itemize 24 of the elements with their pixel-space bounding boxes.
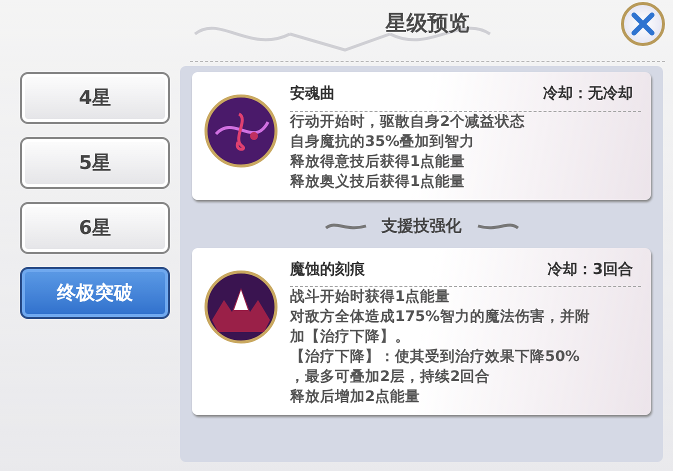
window-title: 星级预览 bbox=[386, 10, 470, 37]
cooldown-label: 冷却：无冷却 bbox=[543, 83, 633, 104]
skill-description-line: 释放后增加2点能量 bbox=[290, 388, 422, 407]
skill-description-line: 对敌方全体造成175%智力的魔法伤害，并附 bbox=[290, 307, 591, 327]
cooldown-label: 冷却：3回合 bbox=[548, 258, 633, 280]
close-icon bbox=[630, 11, 656, 37]
star-tab[interactable]: 4星 bbox=[20, 72, 170, 124]
close-button[interactable] bbox=[621, 2, 665, 46]
skill-description-line: 行动开始时，驱散自身2个减益状态 bbox=[290, 112, 526, 132]
skill-name: 魔蚀的刻痕 bbox=[290, 258, 365, 280]
skill-description-line: 释放奥义技后获得1点能量 bbox=[290, 172, 466, 192]
skill-description-line: 战斗开始时获得1点能量 bbox=[290, 288, 452, 307]
star-tab[interactable]: 6星 bbox=[20, 202, 170, 254]
star-tab[interactable]: 终极突破 bbox=[20, 267, 170, 319]
star-tab[interactable]: 5星 bbox=[20, 137, 170, 189]
skill-icon bbox=[204, 94, 278, 168]
skill-description-line: 加【治疗下降】。 bbox=[290, 328, 411, 347]
skill-icon bbox=[204, 270, 278, 344]
skill-description-line: 【治疗下降】：使其受到治疗效果下降50% bbox=[290, 348, 581, 367]
skill-description-line: 释放得意技后获得1点能量 bbox=[290, 152, 466, 172]
skill-description-line: 自身魔抗的35%叠加到智力 bbox=[290, 132, 476, 152]
skill-name: 安魂曲 bbox=[290, 83, 335, 104]
skill-description-line: ，最多可叠加2层，持续2回合 bbox=[290, 368, 492, 387]
section-title: 支援技强化 bbox=[382, 214, 462, 236]
